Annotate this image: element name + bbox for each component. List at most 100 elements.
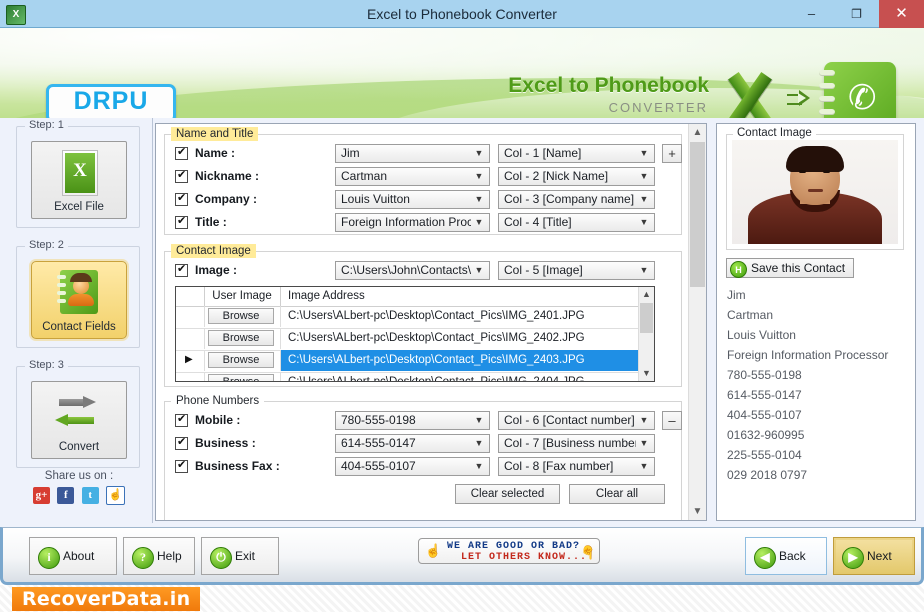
nickname-value: Cartman: [341, 169, 388, 183]
step-group-3: Step: 3 Convert: [16, 359, 140, 468]
body-area: Step: 1 Excel File Step: 2 Contact Field…: [0, 118, 924, 527]
scroll-up-icon[interactable]: ▲: [639, 287, 654, 302]
title-column-value: Col - 4 [Title]: [504, 215, 572, 229]
business-fax-label: Business Fax :: [195, 459, 280, 473]
excel-x-icon: [716, 66, 784, 118]
save-contact-icon: [730, 261, 747, 279]
scroll-thumb[interactable]: [690, 142, 705, 287]
title-value-combo[interactable]: Foreign Information Processor ▼: [335, 213, 490, 232]
mobile-value-combo[interactable]: 780-555-0198 ▼: [335, 411, 490, 430]
browse-button[interactable]: Browse: [208, 374, 274, 381]
save-this-contact-label: Save this Contact: [751, 261, 846, 275]
business-value-combo[interactable]: 614-555-0147 ▼: [335, 434, 490, 453]
field-row-company: Company : Louis Vuitton ▼ Col - 3 [Compa…: [165, 189, 681, 212]
help-button[interactable]: ? Help: [123, 537, 195, 575]
contact-fields-panel: Name and Title Name : Jim ▼ Col - 1 [Nam…: [155, 123, 707, 521]
image-column-combo[interactable]: Col - 5 [Image] ▼: [498, 261, 655, 280]
scroll-down-icon[interactable]: ▼: [639, 366, 654, 381]
company-checkbox[interactable]: [175, 192, 188, 206]
image-value-combo[interactable]: C:\Users\John\Contacts\Contact_Pics ▼: [335, 261, 490, 280]
feedback-line-1: WE ARE GOOD OR BAD?: [447, 541, 581, 552]
minimize-button[interactable]: –: [789, 0, 834, 28]
business-fax-column-combo[interactable]: Col - 8 [Fax number] ▼: [498, 457, 655, 476]
business-fax-value-combo[interactable]: 404-555-0107 ▼: [335, 457, 490, 476]
sidebar-item-excel-file[interactable]: Excel File: [31, 141, 127, 219]
feedback-button[interactable]: ☝ WE ARE GOOD OR BAD? LET OTHERS KNOW...…: [418, 538, 600, 564]
nickname-column-combo[interactable]: Col - 2 [Nick Name] ▼: [498, 167, 655, 186]
company-value: Louis Vuitton: [341, 192, 410, 206]
back-button[interactable]: ◀ Back: [745, 537, 827, 575]
facebook-icon[interactable]: f: [57, 487, 75, 504]
browse-button[interactable]: Browse: [208, 308, 274, 324]
company-column-combo[interactable]: Col - 3 [Company name] ▼: [498, 190, 655, 209]
nickname-value-combo[interactable]: Cartman ▼: [335, 167, 490, 186]
detail-phone-2: 614-555-0147: [727, 388, 802, 402]
sidebar-item-contact-fields[interactable]: Contact Fields: [31, 261, 127, 339]
table-scrollbar[interactable]: ▲ ▼: [638, 287, 654, 381]
table-row[interactable]: Browse C:\Users\ALbert-pc\Desktop\Contac…: [176, 306, 654, 329]
table-row-selected[interactable]: ▶ Browse C:\Users\ALbert-pc\Desktop\Cont…: [176, 350, 654, 373]
title-column-combo[interactable]: Col - 4 [Title] ▼: [498, 213, 655, 232]
mobile-column-combo[interactable]: Col - 6 [Contact number] ▼: [498, 411, 655, 430]
name-value-combo[interactable]: Jim ▼: [335, 144, 490, 163]
business-column-combo[interactable]: Col - 7 [Business number] ▼: [498, 434, 655, 453]
sidebar-item-convert[interactable]: Convert: [31, 381, 127, 459]
window-title: Excel to Phonebook Converter: [367, 6, 557, 22]
row-browse-cell: Browse: [204, 350, 281, 371]
thumbs-up-icon[interactable]: ☝: [106, 486, 126, 505]
company-value-combo[interactable]: Louis Vuitton ▼: [335, 190, 490, 209]
nickname-column-value: Col - 2 [Nick Name]: [504, 169, 609, 183]
add-field-button[interactable]: +: [662, 144, 682, 163]
maximize-button[interactable]: ❐: [834, 0, 879, 28]
exit-button[interactable]: ⏻ Exit: [201, 537, 279, 575]
maximize-icon: ❐: [851, 7, 862, 21]
title-checkbox[interactable]: [175, 215, 188, 229]
detail-phone-4: 01632-960995: [727, 428, 805, 442]
business-checkbox[interactable]: [175, 436, 188, 450]
detail-phone-5: 225-555-0104: [727, 448, 802, 462]
chevron-down-icon: ▼: [474, 438, 484, 448]
twitter-icon[interactable]: t: [81, 487, 99, 504]
close-icon: ✕: [895, 5, 908, 22]
mobile-checkbox[interactable]: [175, 413, 188, 427]
contact-preview-panel: Contact Image Save this Contact Jim: [716, 123, 916, 521]
step-2-label: Contact Fields: [42, 321, 116, 333]
phonebook-icon: ✆: [819, 62, 896, 118]
business-fax-checkbox[interactable]: [175, 459, 188, 473]
row-address: C:\Users\ALbert-pc\Desktop\Contact_Pics\…: [288, 376, 585, 382]
google-plus-icon[interactable]: g+: [32, 487, 50, 504]
close-button[interactable]: ✕: [879, 0, 924, 28]
table-row[interactable]: Browse C:\Users\ALbert-pc\Desktop\Contac…: [176, 372, 654, 382]
chevron-down-icon: ▼: [474, 148, 484, 158]
next-button[interactable]: ▶ Next: [833, 537, 915, 575]
name-checkbox[interactable]: [175, 146, 188, 160]
field-row-nickname: Nickname : Cartman ▼ Col - 2 [Nick Name]…: [165, 166, 681, 189]
field-row-mobile: Mobile : 780-555-0198 ▼ Col - 6 [Contact…: [165, 410, 682, 433]
mobile-column-value: Col - 6 [Contact number]: [504, 413, 635, 427]
nickname-checkbox[interactable]: [175, 169, 188, 183]
name-column-combo[interactable]: Col - 1 [Name] ▼: [498, 144, 655, 163]
title-bar: X Excel to Phonebook Converter – ❐ ✕: [0, 0, 924, 28]
scroll-up-icon[interactable]: ▲: [689, 124, 706, 141]
browse-button[interactable]: Browse: [208, 330, 274, 346]
about-button[interactable]: i About: [29, 537, 117, 575]
remove-field-button[interactable]: –: [662, 411, 682, 430]
table-row[interactable]: Browse C:\Users\ALbert-pc\Desktop\Contac…: [176, 328, 654, 351]
scroll-thumb[interactable]: [640, 303, 653, 333]
field-row-title: Title : Foreign Information Processor ▼ …: [165, 212, 681, 235]
panel-scrollbar[interactable]: ▲ ▼: [688, 124, 706, 520]
image-column-value: Col - 5 [Image]: [504, 263, 583, 277]
chevron-down-icon: ▼: [639, 265, 649, 275]
scroll-down-icon[interactable]: ▼: [689, 503, 706, 520]
arrow-right-icon: [787, 90, 811, 106]
browse-button[interactable]: Browse: [208, 352, 274, 368]
contact-image-group-label: Contact Image: [733, 127, 816, 139]
chevron-down-icon: ▼: [474, 415, 484, 425]
chevron-down-icon: ▼: [639, 415, 649, 425]
image-checkbox[interactable]: [175, 263, 188, 277]
field-row-business: Business : 614-555-0147 ▼ Col - 7 [Busin…: [165, 433, 681, 456]
save-this-contact-button[interactable]: Save this Contact: [726, 258, 855, 279]
next-label: Next: [867, 549, 892, 563]
name-value: Jim: [341, 146, 360, 160]
sidebar: Step: 1 Excel File Step: 2 Contact Field…: [6, 118, 153, 523]
